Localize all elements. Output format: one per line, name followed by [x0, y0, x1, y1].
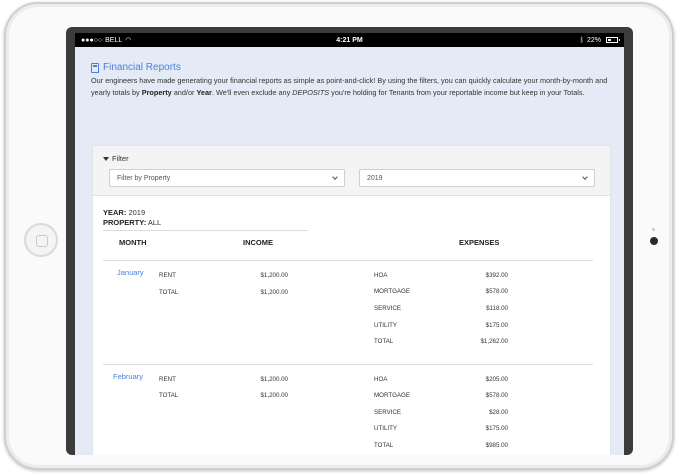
expense-label: TOTAL	[374, 442, 394, 449]
filter-icon	[103, 156, 109, 161]
report-panel: Filter Filter by Property 2019 YEAR: 201…	[92, 145, 611, 455]
income-amount: $1,200.00	[260, 392, 288, 399]
property-label: PROPERTY:	[103, 218, 147, 227]
bluetooth-icon: ᛒ	[579, 36, 584, 44]
chevron-down-icon	[332, 174, 338, 180]
year-label: YEAR:	[103, 208, 127, 217]
app-content: Financial Reports Our engineers have mad…	[75, 47, 624, 455]
expense-label: TOTAL	[374, 338, 394, 345]
expense-label: UTILITY	[374, 322, 398, 329]
battery-percent: 22%	[586, 36, 601, 44]
month-february[interactable]: February	[113, 372, 143, 381]
expense-label: SERVICE	[374, 409, 402, 416]
expense-label: MORTGAGE	[374, 392, 410, 399]
chevron-down-icon	[582, 174, 588, 180]
income-label: TOTAL	[159, 392, 179, 399]
page-header: Financial Reports Our engineers have mad…	[91, 62, 611, 99]
signal-dots-icon: ●●●○○	[81, 36, 103, 44]
month-divider	[103, 364, 593, 365]
camera-lens	[650, 237, 658, 245]
tablet-frame: ●●●○○ BELL ◠ 4:21 PM ᛒ 22% Financial Rep…	[4, 2, 674, 470]
calculator-icon	[91, 62, 99, 73]
wifi-icon: ◠	[125, 37, 132, 44]
header-divider	[103, 260, 593, 261]
status-bar: ●●●○○ BELL ◠ 4:21 PM ᛒ 22%	[75, 33, 624, 47]
intro-segment: and/or	[171, 88, 197, 97]
expense-amount: $175.00	[485, 322, 508, 329]
year-select[interactable]: 2019	[359, 169, 595, 187]
header-expenses: EXPENSES	[459, 238, 500, 247]
intro-property-bold: Property	[141, 88, 172, 97]
income-amount: $1,200.00	[260, 289, 288, 296]
year-select-value: 2019	[367, 174, 383, 182]
proximity-sensor	[652, 228, 655, 231]
income-label: RENT	[159, 272, 176, 279]
status-time: 4:21 PM	[336, 36, 363, 44]
expense-label: UTILITY	[374, 425, 398, 432]
expense-amount: $175.00	[485, 425, 508, 432]
property-select-value: Filter by Property	[117, 174, 171, 182]
income-amount: $1,200.00	[260, 376, 288, 383]
expense-amount: $28.00	[489, 409, 508, 416]
header-month: MONTH	[119, 238, 147, 247]
property-select[interactable]: Filter by Property	[109, 169, 345, 187]
home-button[interactable]	[24, 223, 58, 257]
summary-divider	[103, 230, 308, 231]
expense-amount: $1,262.00	[480, 338, 508, 345]
expense-label: SERVICE	[374, 305, 402, 312]
expense-amount: $578.00	[485, 392, 508, 399]
expense-label: HOA	[374, 272, 388, 279]
intro-deposits-italic: DEPOSITS	[292, 88, 330, 97]
carrier-name: BELL	[105, 36, 123, 44]
month-january[interactable]: January	[117, 268, 144, 277]
expense-amount: $578.00	[485, 288, 508, 295]
intro-text: Our engineers have made generating your …	[91, 75, 611, 99]
page-title: Financial Reports	[103, 62, 181, 73]
expense-label: MORTGAGE	[374, 288, 410, 295]
expense-amount: $118.00	[486, 305, 508, 312]
tablet-screen: ●●●○○ BELL ◠ 4:21 PM ᛒ 22% Financial Rep…	[66, 27, 633, 455]
income-label: RENT	[159, 376, 176, 383]
expense-amount: $985.00	[485, 442, 508, 449]
income-label: TOTAL	[159, 289, 179, 296]
year-value: 2019	[128, 208, 146, 217]
filter-label: Filter	[112, 154, 129, 163]
expense-amount: $205.00	[485, 376, 508, 383]
intro-segment: you're holding for Tenants from your rep…	[329, 88, 585, 97]
header-income: INCOME	[243, 238, 273, 247]
property-value: ALL	[147, 218, 162, 227]
battery-icon	[606, 37, 620, 43]
filter-box: Filter Filter by Property 2019	[93, 146, 610, 196]
intro-year-bold: Year	[196, 88, 212, 97]
expense-label: HOA	[374, 376, 388, 383]
report-summary: YEAR: 2019 PROPERTY: ALL	[103, 208, 161, 228]
income-amount: $1,200.00	[260, 272, 288, 279]
intro-segment: . We'll even exclude any	[211, 88, 293, 97]
expense-amount: $392.00	[485, 272, 508, 279]
